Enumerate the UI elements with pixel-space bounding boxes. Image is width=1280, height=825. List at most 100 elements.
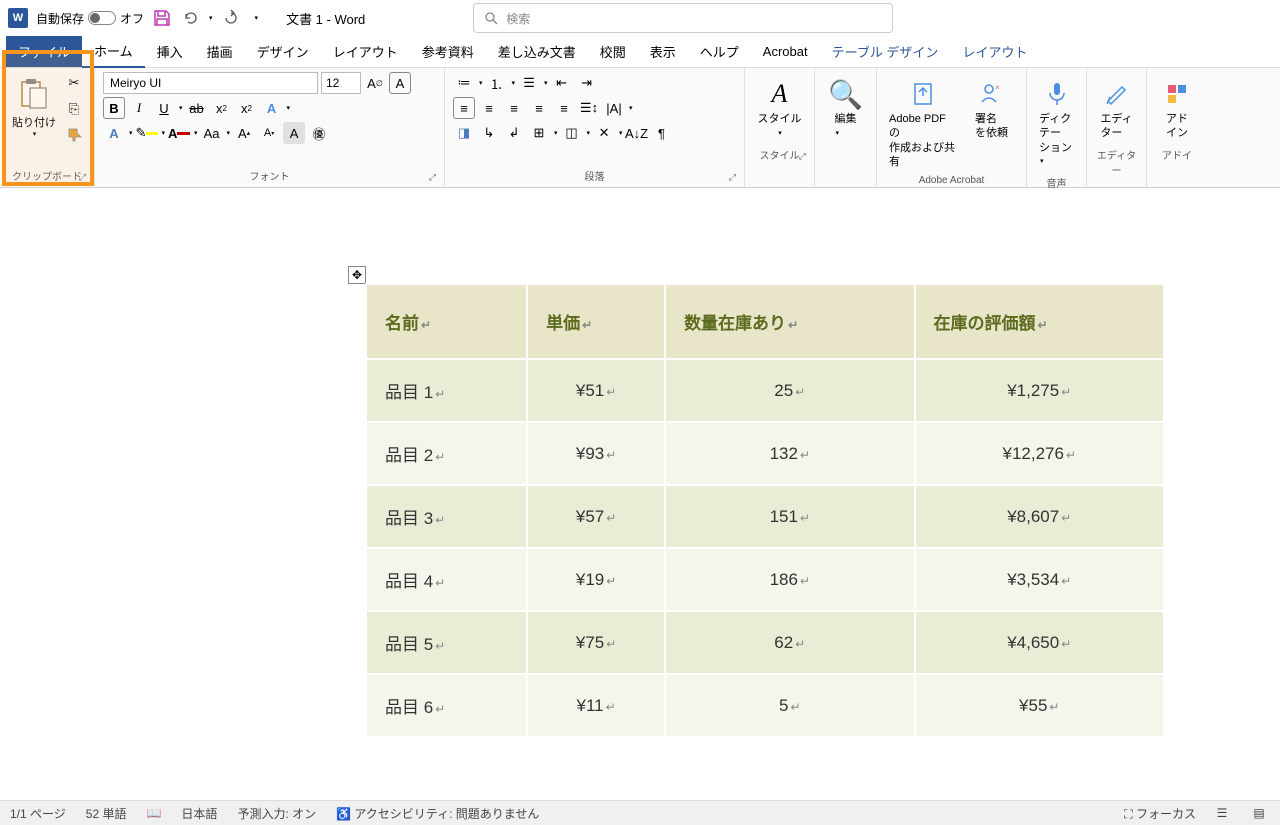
format-painter-button[interactable] bbox=[63, 124, 85, 146]
asian-layout-button[interactable]: ✕ bbox=[593, 122, 615, 144]
table-row[interactable]: 品目 2↵¥93↵132↵¥12,276↵ bbox=[366, 422, 1164, 485]
status-accessibility[interactable]: ♿ アクセシビリティ: 問題ありません bbox=[336, 805, 539, 822]
align-center-button[interactable]: ≡ bbox=[478, 97, 500, 119]
undo-dropdown[interactable]: ▾ bbox=[209, 14, 213, 22]
status-predict[interactable]: 予測入力: オン bbox=[237, 805, 316, 822]
styles-button[interactable]: A スタイル▾ bbox=[753, 72, 806, 145]
multilevel-button[interactable]: ☰ bbox=[518, 72, 540, 94]
align-left-button[interactable]: ≡ bbox=[453, 97, 475, 119]
change-case-button[interactable]: Aa bbox=[201, 122, 223, 144]
header-price[interactable]: 単価↵ bbox=[527, 284, 665, 359]
tab-view[interactable]: 表示 bbox=[638, 36, 688, 67]
print-layout-button[interactable]: ▤ bbox=[1248, 804, 1270, 822]
font-name-select[interactable] bbox=[103, 72, 318, 94]
ltr-button[interactable]: ↳ bbox=[478, 122, 500, 144]
table-cell[interactable]: ¥93↵ bbox=[527, 422, 665, 485]
table-row[interactable]: 品目 5↵¥75↵62↵¥4,650↵ bbox=[366, 611, 1164, 674]
subscript-button[interactable]: x2 bbox=[211, 97, 233, 119]
table-cell[interactable]: 品目 4↵ bbox=[366, 548, 527, 611]
numbering-button[interactable]: ⒈ bbox=[486, 72, 508, 94]
create-pdf-button[interactable]: Adobe PDF の作成および共有 bbox=[885, 72, 962, 173]
tab-acrobat[interactable]: Acrobat bbox=[751, 38, 820, 65]
tab-review[interactable]: 校閲 bbox=[588, 36, 638, 67]
toggle-off-icon[interactable] bbox=[88, 11, 116, 25]
table-row[interactable]: 品目 1↵¥51↵25↵¥1,275↵ bbox=[366, 359, 1164, 422]
tab-file[interactable]: ファイル bbox=[6, 36, 82, 67]
table-cell[interactable]: ¥75↵ bbox=[527, 611, 665, 674]
borders-button[interactable]: ⊞ bbox=[528, 122, 550, 144]
header-value[interactable]: 在庫の評価額↵ bbox=[915, 284, 1164, 359]
tab-design[interactable]: デザイン bbox=[245, 36, 321, 67]
table-cell[interactable]: ¥12,276↵ bbox=[915, 422, 1164, 485]
table-cell[interactable]: 品目 6↵ bbox=[366, 674, 527, 737]
text-effects-button[interactable]: A bbox=[261, 97, 283, 119]
tab-home[interactable]: ホーム bbox=[82, 35, 145, 68]
table-cell[interactable]: 25↵ bbox=[665, 359, 914, 422]
table-cell[interactable]: ¥3,534↵ bbox=[915, 548, 1164, 611]
status-proofing-icon[interactable]: 📖 bbox=[146, 806, 161, 820]
redo-button[interactable] bbox=[221, 8, 241, 28]
tab-mailings[interactable]: 差し込み文書 bbox=[486, 36, 588, 67]
table-cell[interactable]: 品目 3↵ bbox=[366, 485, 527, 548]
editing-button[interactable]: 🔍 編集▾ bbox=[823, 72, 868, 145]
table-cell[interactable]: 5↵ bbox=[665, 674, 914, 737]
table-cell[interactable]: 186↵ bbox=[665, 548, 914, 611]
search-input[interactable]: 検索 bbox=[473, 3, 893, 33]
table-cell[interactable]: ¥57↵ bbox=[527, 485, 665, 548]
header-name[interactable]: 名前↵ bbox=[366, 284, 527, 359]
enclose-chars-button[interactable]: A bbox=[389, 72, 411, 94]
grow-font-button[interactable]: A▴ bbox=[233, 122, 255, 144]
styles-dialog-launcher[interactable]: ⤢ bbox=[799, 151, 806, 162]
table-move-handle[interactable]: ✥ bbox=[348, 266, 366, 284]
decrease-indent-button[interactable]: ⇤ bbox=[551, 72, 573, 94]
char-border-button[interactable]: ㊝ bbox=[308, 122, 330, 144]
line-spacing-button[interactable]: ☰↕ bbox=[578, 97, 600, 119]
rtl-button[interactable]: ↲ bbox=[503, 122, 525, 144]
tab-references[interactable]: 参考資料 bbox=[410, 36, 486, 67]
clipboard-dialog-launcher[interactable]: ⤢ bbox=[79, 172, 86, 183]
table-row[interactable]: 品目 6↵¥11↵5↵¥55↵ bbox=[366, 674, 1164, 737]
request-signature-button[interactable]: × 署名を依頼 bbox=[965, 72, 1018, 173]
tab-table-design[interactable]: テーブル デザイン bbox=[820, 36, 951, 67]
char-spacing-button[interactable]: |A| bbox=[603, 97, 625, 119]
superscript-button[interactable]: x2 bbox=[236, 97, 258, 119]
status-page[interactable]: 1/1 ページ bbox=[10, 805, 66, 822]
table-cell[interactable]: 62↵ bbox=[665, 611, 914, 674]
shrink-font-button[interactable]: A▾ bbox=[258, 122, 280, 144]
dictate-button[interactable]: ディクテーション ▾ bbox=[1035, 72, 1078, 173]
bold-button[interactable]: B bbox=[103, 97, 125, 119]
table-cell[interactable]: ¥1,275↵ bbox=[915, 359, 1164, 422]
fill-button[interactable]: ◫ bbox=[561, 122, 583, 144]
align-right-button[interactable]: ≡ bbox=[503, 97, 525, 119]
font-color2-button[interactable]: A bbox=[168, 122, 190, 144]
read-mode-button[interactable]: ☰ bbox=[1211, 804, 1233, 822]
tab-insert[interactable]: 挿入 bbox=[145, 36, 195, 67]
tab-draw[interactable]: 描画 bbox=[195, 36, 245, 67]
tab-layout[interactable]: レイアウト bbox=[321, 36, 410, 67]
editor-button[interactable]: エディター bbox=[1095, 72, 1138, 145]
document-area[interactable]: ✥ 名前↵ 単価↵ 数量在庫あり↵ 在庫の評価額↵ 品目 1↵¥51↵25↵¥1… bbox=[0, 188, 1280, 800]
clear-formatting-button[interactable]: A∅ bbox=[364, 72, 386, 94]
copy-button[interactable]: ⎘ bbox=[63, 98, 85, 120]
status-focus[interactable]: ⛶ フォーカス bbox=[1124, 805, 1196, 822]
highlight-button[interactable]: ✎ bbox=[136, 122, 158, 144]
increase-indent-button[interactable]: ⇥ bbox=[576, 72, 598, 94]
justify-button[interactable]: ≡ bbox=[528, 97, 550, 119]
tab-table-layout[interactable]: レイアウト bbox=[950, 36, 1039, 67]
shading-button[interactable]: ◨ bbox=[453, 122, 475, 144]
inventory-table[interactable]: 名前↵ 単価↵ 数量在庫あり↵ 在庫の評価額↵ 品目 1↵¥51↵25↵¥1,2… bbox=[365, 283, 1165, 738]
status-language[interactable]: 日本語 bbox=[181, 805, 217, 822]
save-button[interactable] bbox=[152, 8, 172, 28]
table-cell[interactable]: ¥4,650↵ bbox=[915, 611, 1164, 674]
table-cell[interactable]: ¥8,607↵ bbox=[915, 485, 1164, 548]
cut-button[interactable]: ✂ bbox=[63, 72, 85, 94]
table-row[interactable]: 品目 3↵¥57↵151↵¥8,607↵ bbox=[366, 485, 1164, 548]
qat-customize[interactable]: ▾ bbox=[255, 14, 259, 22]
addins-button[interactable]: アドイン bbox=[1155, 72, 1199, 145]
table-cell[interactable]: 品目 1↵ bbox=[366, 359, 527, 422]
sort-button[interactable]: A↓Z bbox=[626, 122, 648, 144]
font-dialog-launcher[interactable]: ⤢ bbox=[429, 172, 436, 183]
table-row[interactable]: 品目 4↵¥19↵186↵¥3,534↵ bbox=[366, 548, 1164, 611]
table-cell[interactable]: 151↵ bbox=[665, 485, 914, 548]
table-cell[interactable]: ¥11↵ bbox=[527, 674, 665, 737]
